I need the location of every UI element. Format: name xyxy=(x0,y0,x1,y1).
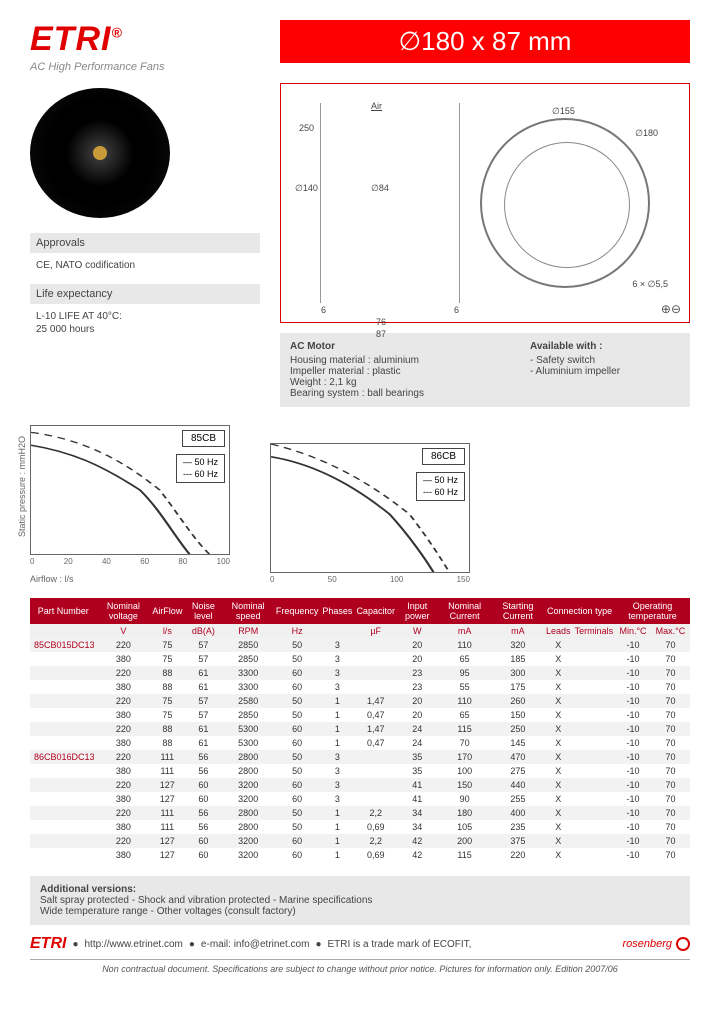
table-row: 380755728505032065185X-1070 xyxy=(30,652,690,666)
approvals-header: Approvals xyxy=(30,233,260,253)
table-row: 3801276032006010,6942115220X-1070 xyxy=(30,848,690,862)
projection-icons: ⊕⊖ xyxy=(661,302,681,316)
table-row: 380886133006032355175X-1070 xyxy=(30,680,690,694)
table-row: 220886133006032395300X-1070 xyxy=(30,666,690,680)
additional-versions: Additional versions: Salt spray protecte… xyxy=(30,876,690,925)
performance-charts: Static pressure : mmH2O 85CB — 50 Hz--- … xyxy=(30,425,690,584)
approvals-body: CE, NATO codification xyxy=(30,257,260,284)
table-row: 380886153006010,472470145X-1070 xyxy=(30,736,690,750)
table-row: 2201115628005012,234180400X-1070 xyxy=(30,806,690,820)
brand-logo: ETRI® xyxy=(30,20,260,59)
table-row: 22012760320060341150440X-1070 xyxy=(30,778,690,792)
table-row: 3801115628005010,6934105235X-1070 xyxy=(30,820,690,834)
table-row: 2201276032006012,242200375X-1070 xyxy=(30,834,690,848)
product-photo xyxy=(30,88,170,218)
table-row: 220755725805011,4720110260X-1070 xyxy=(30,694,690,708)
chart-86cb: 86CB — 50 Hz--- 60 Hz 050100150 xyxy=(270,443,470,584)
table-row: 220886153006011,4724115250X-1070 xyxy=(30,722,690,736)
disclaimer: Non contractual document. Specifications… xyxy=(30,959,690,974)
motor-specs: AC Motor Housing material : aluminium Im… xyxy=(280,333,690,407)
table-row: 38011156280050335100275X-1070 xyxy=(30,764,690,778)
rosenberg-icon xyxy=(676,937,690,951)
tagline: AC High Performance Fans xyxy=(30,61,260,73)
table-row: 86CB016DC1322011156280050335170470X-1070 xyxy=(30,750,690,764)
table-row: 85CB015DC132207557285050320110320X-1070 xyxy=(30,638,690,652)
table-row: 3801276032006034190255X-1070 xyxy=(30,792,690,806)
life-body: L-10 LIFE AT 40°C: 25 000 hours xyxy=(30,308,260,348)
footer: ETRI ● http://www.etrinet.com ● e-mail: … xyxy=(30,935,690,953)
table-row: 380755728505010,472065150X-1070 xyxy=(30,708,690,722)
specifications-table: Part Number Nominal voltage AirFlow Nois… xyxy=(30,598,690,862)
dimension-banner: ∅180 x 87 mm xyxy=(280,20,690,63)
life-header: Life expectancy xyxy=(30,284,260,304)
technical-drawing: Air 250 ∅140 ∅84 6 6 76 87 ∅155 ∅180 6 ×… xyxy=(280,83,690,323)
chart-85cb: Static pressure : mmH2O 85CB — 50 Hz--- … xyxy=(30,425,230,584)
